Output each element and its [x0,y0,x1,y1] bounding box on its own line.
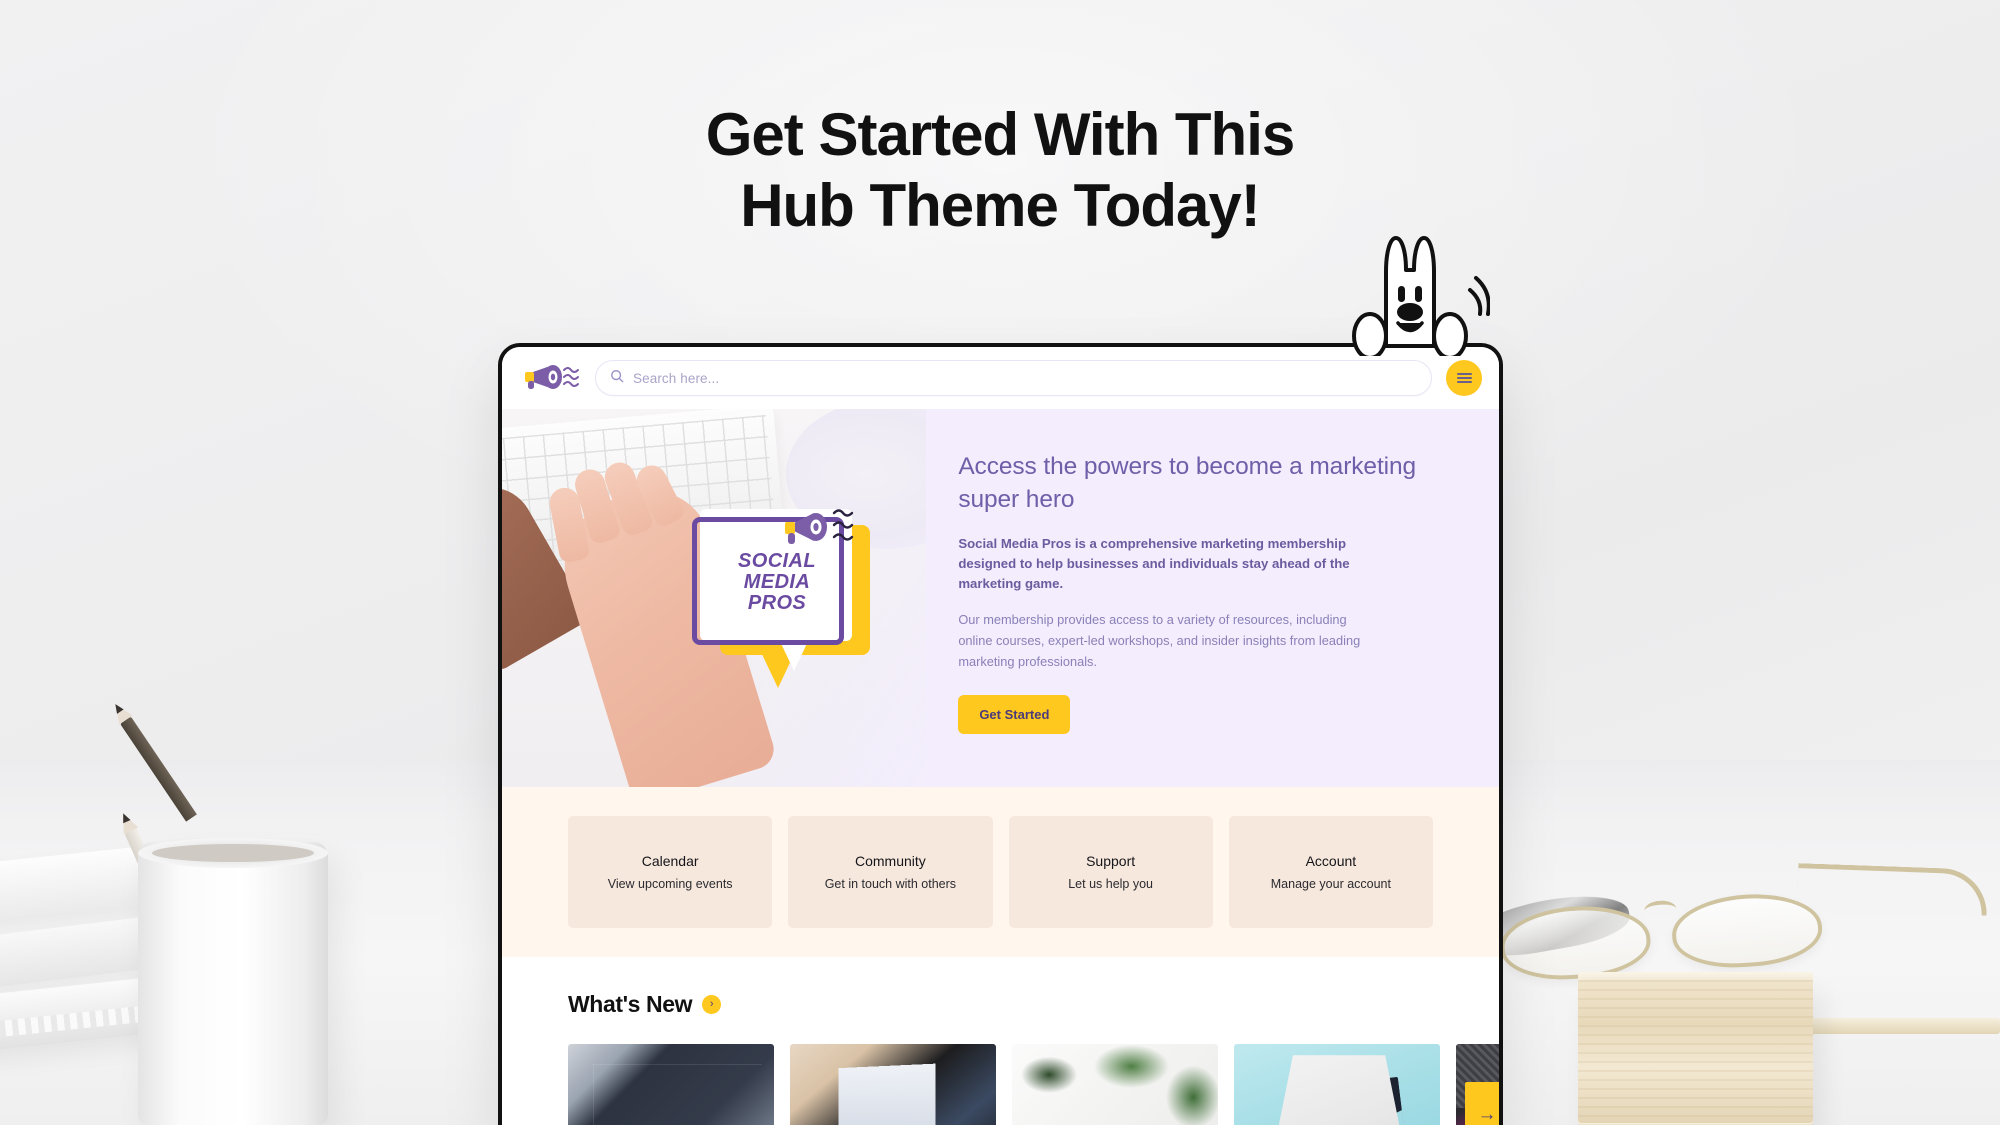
whats-new-title: What's New [568,991,693,1017]
background-pencil-cup [138,842,328,1125]
whats-new-thumbnail[interactable] [790,1044,996,1125]
whats-new-thumbnail[interactable] [1234,1044,1440,1125]
get-started-button[interactable]: Get Started [958,694,1071,734]
quicklink-card-community[interactable]: Community Get in touch with others [788,816,993,928]
hero-section: SOCIAL MEDIA PROS Access the powers to b… [502,409,1499,787]
quicklink-subtitle: Manage your account [1270,877,1391,891]
hero-title: Access the powers to become a marketing … [958,453,1417,513]
megaphone-icon[interactable] [519,361,581,395]
hero-photo: SOCIAL MEDIA PROS [502,409,927,787]
social-media-pros-badge: SOCIAL MEDIA PROS [692,505,882,690]
background-wood-stick [1790,1018,2000,1034]
quicklink-title: Support [1086,853,1136,869]
quicklink-title: Calendar [641,853,699,869]
background-pencils [108,699,305,1125]
quicklink-subtitle: Get in touch with others [824,877,957,891]
badge-line-3: PROS [747,591,807,614]
background-eyeglasses [1496,858,1989,1006]
quicklink-subtitle: View upcoming events [607,877,733,891]
whats-new-section: What's New › → [502,957,1499,1125]
browser-window: Search here... SOCIAL MEDIA PROS Access … [498,343,1503,1125]
site-header: Search here... [502,347,1499,409]
whats-new-carousel[interactable]: → [568,1044,1499,1125]
quicklink-card-account[interactable]: Account Manage your account [1228,816,1433,928]
quicklink-card-support[interactable]: Support Let us help you [1008,816,1213,928]
quicklinks-section: Calendar View upcoming events Community … [502,787,1499,957]
badge-line-2: MEDIA [743,570,811,593]
hero-lead-paragraph: Social Media Pros is a comprehensive mar… [958,536,1350,592]
background-wood-block [1578,980,1813,1125]
search-icon [610,369,624,388]
search-placeholder: Search here... [633,370,720,386]
whats-new-thumbnail[interactable] [568,1044,774,1125]
chevron-right-icon[interactable]: › [702,995,722,1014]
background-notebook [0,839,213,925]
background-notebook [0,969,233,1057]
screenshot-stage: Get Started With This Hub Theme Today! S… [0,0,2000,1125]
promo-headline-line-1: Get Started With This [705,101,1295,168]
whats-new-thumbnail[interactable] [1012,1044,1218,1125]
quicklink-card-calendar[interactable]: Calendar View upcoming events [568,816,773,928]
quicklink-title: Community [854,853,926,869]
arrow-right-icon[interactable]: → [1465,1082,1499,1125]
badge-line-1: SOCIAL [738,550,816,572]
hero-copy: Access the powers to become a marketing … [926,409,1499,787]
whats-new-header: What's New › [568,991,1499,1018]
quicklink-subtitle: Let us help you [1068,877,1154,891]
promo-headline: Get Started With This Hub Theme Today! [0,100,2000,242]
search-input[interactable]: Search here... [595,360,1432,396]
quicklink-title: Account [1305,853,1357,869]
hero-body-paragraph: Our membership provides access to a vari… [958,612,1361,669]
hamburger-menu-icon[interactable] [1446,360,1482,396]
background-pencil-cup-opening [152,844,314,862]
background-spiral-notebook [0,998,211,1042]
background-wood-block-top [1578,972,1813,990]
megaphone-icon [784,501,880,557]
background-pencil-cup-rim [138,838,328,868]
bunny-mascot-icon [1330,228,1491,360]
promo-headline-line-2: Hub Theme Today! [740,171,1261,239]
background-notebook [0,908,223,994]
